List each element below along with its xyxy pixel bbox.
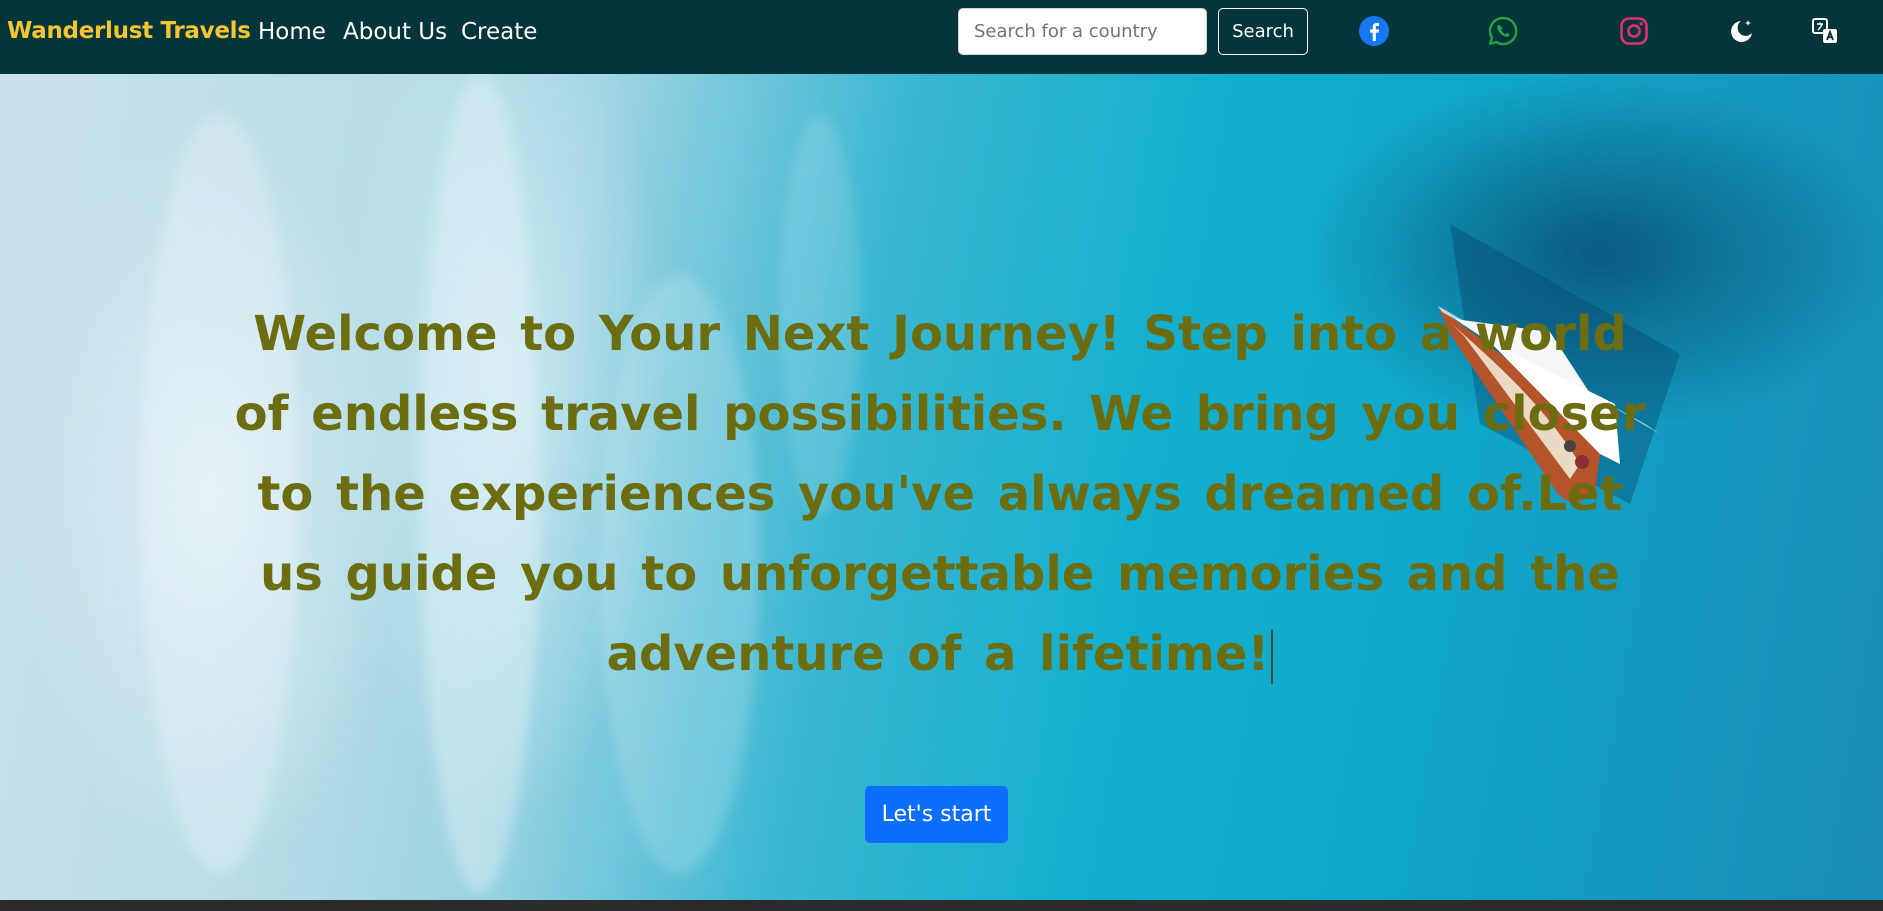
- lets-start-button[interactable]: Let's start: [865, 786, 1008, 843]
- search-input[interactable]: [958, 8, 1207, 55]
- text-cursor: [1271, 630, 1274, 684]
- instagram-icon[interactable]: [1617, 14, 1651, 48]
- taskbar-edge: [0, 900, 1883, 911]
- nav-link-home[interactable]: Home: [258, 19, 326, 45]
- navbar: Wanderlust Travels Home About Us Create …: [0, 0, 1883, 74]
- facebook-icon[interactable]: [1357, 14, 1391, 48]
- nav-link-create[interactable]: Create: [461, 19, 537, 45]
- hero-section: Welcome to Your Next Journey! Step into …: [0, 74, 1883, 900]
- hero-heading-text: Welcome to Your Next Journey! Step into …: [234, 306, 1646, 682]
- brand-logo[interactable]: Wanderlust Travels: [7, 18, 251, 44]
- translate-icon[interactable]: [1808, 14, 1842, 48]
- hero-heading: Welcome to Your Next Journey! Step into …: [230, 294, 1650, 694]
- whatsapp-icon[interactable]: [1486, 14, 1520, 48]
- nav-link-about-us[interactable]: About Us: [343, 19, 447, 45]
- search-button[interactable]: Search: [1218, 8, 1308, 55]
- dark-mode-icon[interactable]: [1725, 14, 1759, 48]
